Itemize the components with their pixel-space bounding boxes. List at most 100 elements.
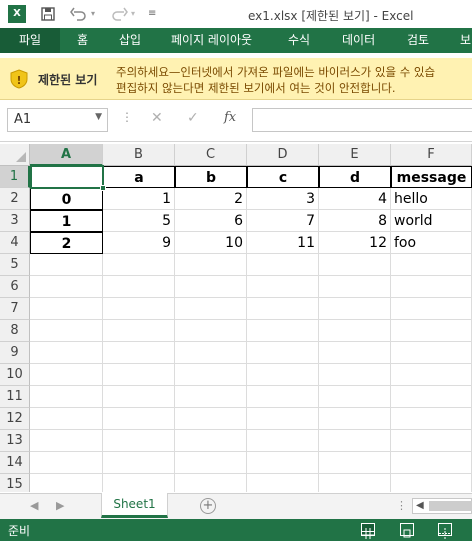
redo-dropdown-icon[interactable]: ▾ xyxy=(131,6,135,22)
row-header-11[interactable]: 11 xyxy=(0,386,30,408)
row-header-15[interactable]: 15 xyxy=(0,474,30,492)
cell-e7[interactable] xyxy=(319,298,391,320)
cell-d2[interactable]: 3 xyxy=(247,188,319,210)
select-all-button[interactable] xyxy=(0,144,30,166)
row-header-7[interactable]: 7 xyxy=(0,298,30,320)
cell-b2[interactable]: 1 xyxy=(103,188,175,210)
cell-a15[interactable] xyxy=(30,474,103,492)
cell-c2[interactable]: 2 xyxy=(175,188,247,210)
normal-view-icon[interactable] xyxy=(361,523,375,539)
cell-e15[interactable] xyxy=(319,474,391,492)
cell-a11[interactable] xyxy=(30,386,103,408)
cell-b6[interactable] xyxy=(103,276,175,298)
row-header-5[interactable]: 5 xyxy=(0,254,30,276)
cell-e5[interactable] xyxy=(319,254,391,276)
tab-split-icon[interactable]: ⋮ xyxy=(396,499,407,512)
insert-function-icon[interactable]: fx xyxy=(224,110,236,125)
row-header-10[interactable]: 10 xyxy=(0,364,30,386)
cell-f9[interactable] xyxy=(391,342,472,364)
cell-f14[interactable] xyxy=(391,452,472,474)
cell-a12[interactable] xyxy=(30,408,103,430)
cell-d3[interactable]: 7 xyxy=(247,210,319,232)
cell-d11[interactable] xyxy=(247,386,319,408)
cell-c15[interactable] xyxy=(175,474,247,492)
cell-f13[interactable] xyxy=(391,430,472,452)
cell-c7[interactable] xyxy=(175,298,247,320)
cell-b7[interactable] xyxy=(103,298,175,320)
scroll-left-icon[interactable]: ◀ xyxy=(416,500,424,511)
scroll-thumb[interactable] xyxy=(429,501,472,511)
cell-f3[interactable]: world xyxy=(391,210,472,232)
cell-c11[interactable] xyxy=(175,386,247,408)
column-header-b[interactable]: B xyxy=(103,144,175,166)
cell-f6[interactable] xyxy=(391,276,472,298)
cell-c13[interactable] xyxy=(175,430,247,452)
cell-b1[interactable]: a xyxy=(103,166,175,188)
cell-d6[interactable] xyxy=(247,276,319,298)
more-options-icon[interactable]: ⋮ xyxy=(121,110,133,124)
name-box[interactable]: A1 ▼ xyxy=(7,108,108,132)
row-header-4[interactable]: 4 xyxy=(0,232,30,254)
row-header-9[interactable]: 9 xyxy=(0,342,30,364)
cell-b9[interactable] xyxy=(103,342,175,364)
cell-e11[interactable] xyxy=(319,386,391,408)
cell-c10[interactable] xyxy=(175,364,247,386)
cell-e9[interactable] xyxy=(319,342,391,364)
row-header-1[interactable]: 1 xyxy=(0,166,30,188)
enter-icon[interactable]: ✓ xyxy=(187,110,199,126)
cancel-icon[interactable]: ✕ xyxy=(151,110,163,126)
row-header-6[interactable]: 6 xyxy=(0,276,30,298)
prev-sheet-icon[interactable]: ◀ xyxy=(30,499,38,512)
cell-d12[interactable] xyxy=(247,408,319,430)
cell-a7[interactable] xyxy=(30,298,103,320)
cell-a4[interactable]: 2 xyxy=(30,232,103,254)
row-header-3[interactable]: 3 xyxy=(0,210,30,232)
redo-icon[interactable] xyxy=(110,6,128,22)
cell-e10[interactable] xyxy=(319,364,391,386)
cell-d7[interactable] xyxy=(247,298,319,320)
cell-b4[interactable]: 9 xyxy=(103,232,175,254)
cell-a1[interactable] xyxy=(30,166,103,188)
cell-a3[interactable]: 1 xyxy=(30,210,103,232)
cell-c1[interactable]: b xyxy=(175,166,247,188)
row-header-8[interactable]: 8 xyxy=(0,320,30,342)
cell-d14[interactable] xyxy=(247,452,319,474)
cell-b14[interactable] xyxy=(103,452,175,474)
sheet-tab-sheet1[interactable]: Sheet1 xyxy=(101,493,168,518)
undo-dropdown-icon[interactable]: ▾ xyxy=(91,6,95,22)
cell-a9[interactable] xyxy=(30,342,103,364)
cell-a8[interactable] xyxy=(30,320,103,342)
undo-icon[interactable] xyxy=(70,6,88,22)
customize-icon[interactable]: ≡ xyxy=(148,6,156,22)
cell-f4[interactable]: foo xyxy=(391,232,472,254)
column-header-f[interactable]: F xyxy=(391,144,472,166)
cell-c12[interactable] xyxy=(175,408,247,430)
cell-a2[interactable]: 0 xyxy=(30,188,103,210)
row-header-13[interactable]: 13 xyxy=(0,430,30,452)
cell-b3[interactable]: 5 xyxy=(103,210,175,232)
cell-f8[interactable] xyxy=(391,320,472,342)
cell-b8[interactable] xyxy=(103,320,175,342)
cell-e3[interactable]: 8 xyxy=(319,210,391,232)
save-icon[interactable] xyxy=(40,6,56,22)
cell-e8[interactable] xyxy=(319,320,391,342)
cell-b5[interactable] xyxy=(103,254,175,276)
cell-d4[interactable]: 11 xyxy=(247,232,319,254)
cell-b13[interactable] xyxy=(103,430,175,452)
row-header-14[interactable]: 14 xyxy=(0,452,30,474)
cell-a5[interactable] xyxy=(30,254,103,276)
row-header-12[interactable]: 12 xyxy=(0,408,30,430)
cell-f1[interactable]: message xyxy=(391,166,472,188)
page-layout-view-icon[interactable] xyxy=(400,523,414,538)
cell-f11[interactable] xyxy=(391,386,472,408)
cell-b12[interactable] xyxy=(103,408,175,430)
cell-f5[interactable] xyxy=(391,254,472,276)
tab-page-layout[interactable]: 페이지 레이아웃 xyxy=(171,28,252,53)
cell-c14[interactable] xyxy=(175,452,247,474)
formula-input[interactable] xyxy=(252,108,472,132)
cell-c4[interactable]: 10 xyxy=(175,232,247,254)
cell-d5[interactable] xyxy=(247,254,319,276)
cell-d10[interactable] xyxy=(247,364,319,386)
tab-data[interactable]: 데이터 xyxy=(342,28,375,53)
cell-b10[interactable] xyxy=(103,364,175,386)
